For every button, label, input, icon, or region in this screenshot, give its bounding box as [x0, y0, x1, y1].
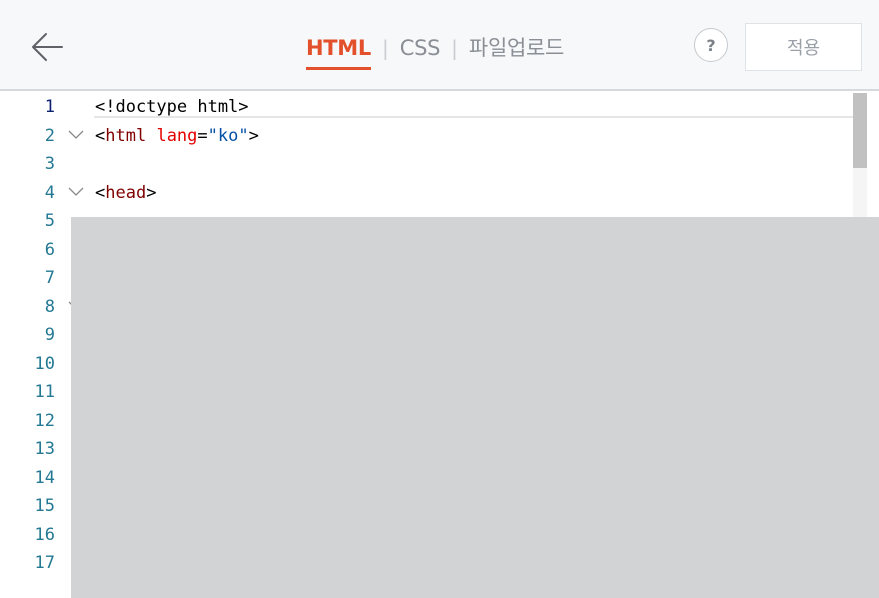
help-button[interactable]: ?	[694, 28, 728, 62]
tab-file-upload[interactable]: 파일업로드	[469, 33, 564, 67]
line-number: 5	[44, 211, 55, 231]
line-number: 3	[44, 154, 55, 174]
fold-chevron-icon[interactable]	[67, 128, 85, 142]
line-number: 12	[34, 410, 55, 431]
code-text: <html lang="ko">	[95, 122, 259, 150]
line-number: 2	[44, 125, 55, 146]
code-token: >	[248, 125, 259, 146]
line-number: 8	[44, 296, 55, 317]
code-token: head	[105, 182, 147, 203]
fold-chevron-icon[interactable]	[67, 185, 85, 199]
code-token: =	[197, 125, 208, 146]
code-line[interactable]: 3	[0, 150, 850, 178]
code-line[interactable]: 4 <head>	[0, 179, 850, 207]
code-token: <	[95, 182, 106, 203]
tab-separator: |	[381, 36, 389, 60]
help-label: ?	[706, 35, 716, 55]
line-number: 14	[34, 467, 55, 488]
overlay-panel	[71, 217, 879, 598]
line-number: 10	[34, 353, 55, 374]
code-token: <!doctype html>	[95, 97, 249, 117]
line-number: 6	[44, 239, 55, 260]
apply-button[interactable]: 적용	[745, 23, 862, 71]
tab-separator: |	[451, 36, 458, 60]
tab-bar: HTML | CSS | 파일업로드	[306, 33, 564, 70]
code-token: >	[146, 182, 157, 203]
line-number: 11	[34, 382, 55, 402]
code-text: <!doctype html>	[95, 93, 249, 121]
line-number: 9	[44, 325, 55, 345]
code-token: "ko"	[207, 125, 249, 146]
code-token: <	[95, 125, 106, 146]
line-number: 15	[34, 496, 55, 516]
apply-label: 적용	[786, 38, 821, 59]
code-token: html	[105, 125, 147, 146]
code-text: <head>	[95, 179, 156, 207]
line-number: 13	[34, 439, 55, 459]
code-line[interactable]: 1 <!doctype html>	[0, 93, 850, 121]
code-token: lang	[156, 125, 198, 146]
tab-css[interactable]: CSS	[400, 33, 441, 67]
line-number: 17	[34, 553, 55, 573]
back-button[interactable]	[28, 28, 66, 66]
line-number: 4	[44, 182, 55, 203]
scrollbar-thumb[interactable]	[853, 93, 867, 168]
editor-header: HTML | CSS | 파일업로드 ? 적용	[0, 0, 879, 91]
arrow-left-icon	[32, 33, 63, 61]
line-number: 7	[44, 268, 55, 288]
line-number: 16	[34, 524, 55, 545]
tab-html[interactable]: HTML	[306, 33, 371, 70]
code-line[interactable]: 2 <html lang="ko">	[0, 122, 850, 150]
line-number: 1	[44, 97, 55, 117]
